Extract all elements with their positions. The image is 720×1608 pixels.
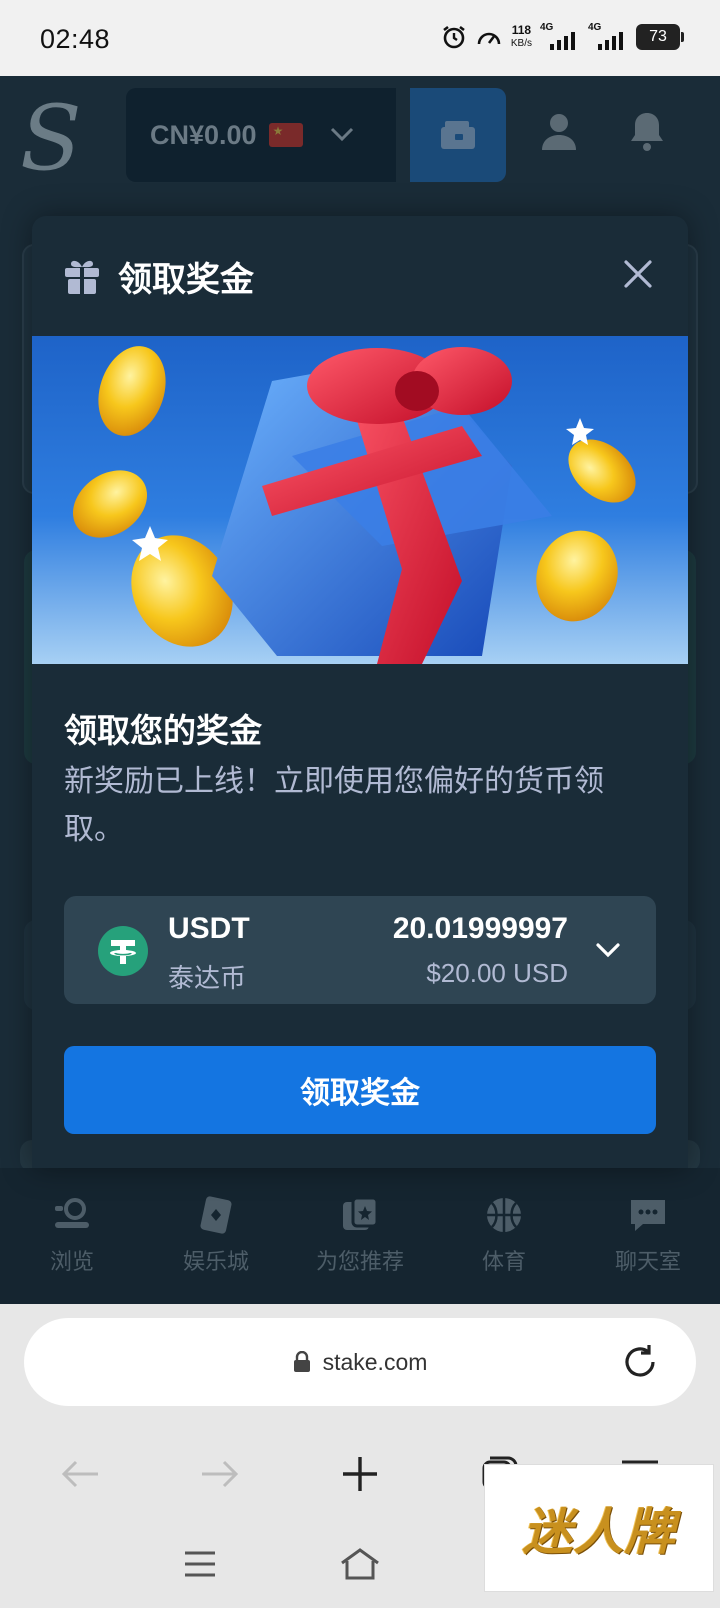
wallet-icon: [441, 121, 475, 149]
home-icon[interactable]: [336, 1540, 384, 1588]
nav-item-browse[interactable]: 浏览: [7, 1196, 137, 1304]
plus-icon[interactable]: [336, 1450, 384, 1498]
signal-icon: 4G: [588, 22, 628, 52]
currency-usd-value: $20.00 USD: [426, 958, 568, 988]
signal-icon: 4G: [540, 22, 580, 52]
currency-code: USDT: [168, 912, 250, 945]
balance-selector[interactable]: CN¥0.00: [126, 88, 396, 182]
wallet-button[interactable]: [410, 88, 506, 182]
site-logo[interactable]: S: [20, 94, 82, 184]
nav-label: 娱乐城: [182, 1249, 249, 1274]
net-speed-unit: KB/s: [510, 38, 532, 49]
chat-icon: [631, 1200, 665, 1231]
close-icon[interactable]: [620, 256, 656, 292]
nav-label: 浏览: [49, 1249, 94, 1274]
recent-apps-icon[interactable]: [176, 1540, 224, 1588]
status-time: 02:48: [40, 24, 111, 54]
alarm-icon: [441, 24, 467, 50]
nav-item-casino[interactable]: 娱乐城: [151, 1196, 281, 1304]
nav-label: 为您推荐: [315, 1249, 404, 1274]
back-icon[interactable]: [56, 1450, 104, 1498]
status-icons: 118 KB/s 4G 4G 73: [441, 22, 684, 52]
chevron-down-icon: [594, 936, 622, 964]
gift-banner-image: [32, 336, 688, 664]
currency-name: 泰达币: [168, 963, 247, 993]
gift-icon: [65, 260, 99, 294]
currency-selector[interactable]: USDT 泰达币 20.01999997 $20.00 USD: [64, 896, 656, 1004]
net-speed: 118 KB/s: [511, 24, 532, 50]
reload-icon[interactable]: [620, 1342, 660, 1382]
chevron-down-icon: [329, 122, 355, 148]
basketball-icon: [487, 1198, 521, 1232]
url-text: stake.com: [322, 1348, 428, 1375]
modal-header-title: 领取奖金: [118, 260, 254, 299]
currency-amount: 20.01999997: [392, 912, 568, 945]
nav-item-recommend[interactable]: 为您推荐: [295, 1196, 425, 1304]
watermark-logo: 迷人牌: [484, 1464, 714, 1592]
watermark-text: 迷人牌: [522, 1502, 676, 1561]
net-speed-value: 118: [511, 23, 532, 37]
status-bar: 02:48 118 KB/s 4G 4G 73: [0, 0, 720, 76]
nav-label: 聊天室: [614, 1249, 681, 1274]
forward-icon[interactable]: [196, 1450, 244, 1498]
cards-icon: [200, 1196, 232, 1234]
bell-icon[interactable]: [628, 110, 666, 157]
nav-item-sports[interactable]: 体育: [439, 1196, 569, 1304]
modal-header: 领取奖金: [32, 216, 688, 336]
tether-icon: [98, 926, 148, 976]
claim-bonus-modal: 领取奖金 领取您的奖金 新奖励已上线！立即使用您偏好的货币领取。 USDT 泰达…: [32, 216, 688, 1168]
lock-icon: [293, 1351, 310, 1372]
flag-icon: [268, 123, 303, 147]
battery-icon: 73: [636, 24, 684, 50]
user-icon[interactable]: [540, 112, 578, 157]
browse-icon: [55, 1198, 89, 1228]
claim-bonus-button[interactable]: 领取奖金: [64, 1046, 656, 1134]
balance-value: CN¥0.00: [150, 119, 257, 150]
battery-level: 73: [649, 28, 667, 45]
site-header: S CN¥0.00: [0, 76, 720, 204]
speedometer-icon: [475, 24, 503, 50]
nav-label: 体育: [481, 1249, 526, 1274]
site-bottom-nav: 浏览 娱乐城 为您推荐 体育 聊天室: [0, 1168, 720, 1304]
modal-title: 领取您的奖金: [64, 712, 262, 749]
recommend-icon: [343, 1196, 379, 1230]
address-bar[interactable]: stake.com: [24, 1318, 696, 1406]
modal-description: 新奖励已上线！立即使用您偏好的货币领取。: [64, 765, 604, 846]
nav-item-chat[interactable]: 聊天室: [583, 1196, 713, 1304]
